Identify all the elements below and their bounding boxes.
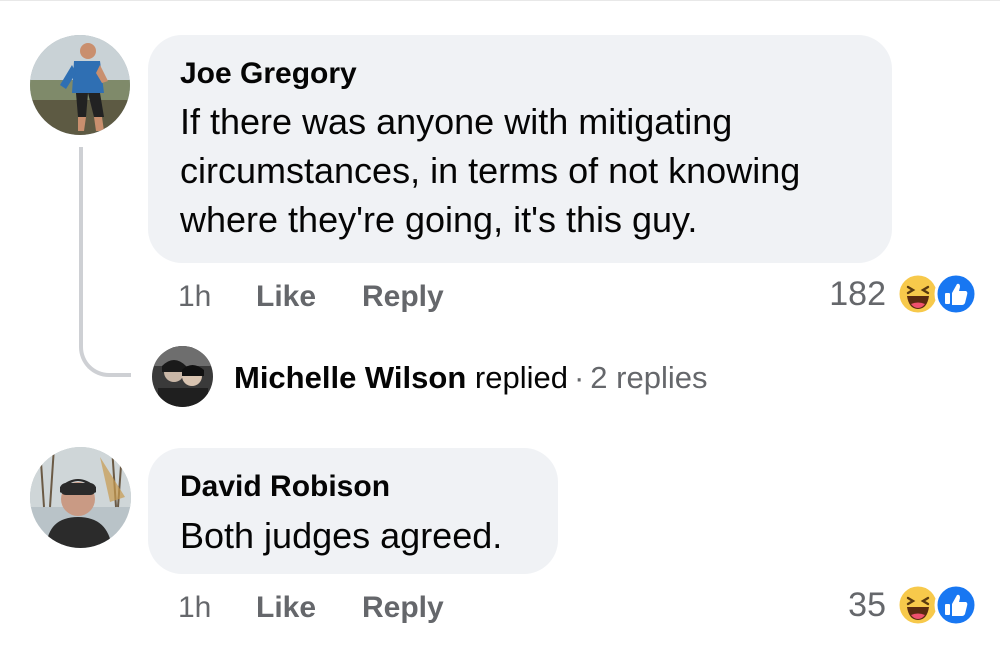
comment-text-line: where they're going, it's this guy. bbox=[180, 199, 698, 240]
like-icon bbox=[934, 583, 978, 627]
comment-text-line: circumstances, in terms of not knowing bbox=[180, 150, 801, 191]
reaction-count[interactable]: 35 bbox=[848, 586, 886, 624]
reply-author[interactable]: Michelle Wilson bbox=[234, 360, 466, 395]
haha-icon bbox=[896, 272, 940, 316]
comment-thread: Joe Gregory If there was anyone with mit… bbox=[0, 0, 1000, 665]
separator-dot: · bbox=[573, 360, 585, 395]
replies-count[interactable]: 2 replies bbox=[590, 360, 707, 395]
reaction-count[interactable]: 182 bbox=[829, 275, 886, 313]
view-replies-link[interactable]: Michelle Wilson replied · 2 replies bbox=[234, 359, 707, 397]
thread-connector bbox=[79, 147, 131, 377]
comment-text: Both judges agreed. bbox=[180, 511, 502, 560]
divider bbox=[0, 0, 1000, 1]
comment-text: If there was anyone with mitigating circ… bbox=[180, 97, 800, 244]
reply-button[interactable]: Reply bbox=[362, 590, 444, 626]
comment-author[interactable]: David Robison bbox=[180, 469, 390, 505]
like-button[interactable]: Like bbox=[256, 279, 316, 315]
reaction-summary[interactable] bbox=[896, 583, 980, 627]
comment-timestamp[interactable]: 1h bbox=[178, 279, 211, 315]
comment-text-line: If there was anyone with mitigating bbox=[180, 101, 733, 142]
comment-author[interactable]: Joe Gregory bbox=[180, 56, 357, 92]
haha-icon bbox=[896, 583, 940, 627]
replied-label: replied bbox=[474, 360, 568, 395]
comment-text-line: Both judges agreed. bbox=[180, 515, 503, 556]
comment-timestamp[interactable]: 1h bbox=[178, 590, 211, 626]
avatar[interactable] bbox=[152, 346, 213, 407]
reaction-summary[interactable] bbox=[896, 272, 980, 316]
reply-button[interactable]: Reply bbox=[362, 279, 444, 315]
avatar[interactable] bbox=[30, 35, 130, 135]
like-button[interactable]: Like bbox=[256, 590, 316, 626]
avatar[interactable] bbox=[30, 447, 131, 548]
like-icon bbox=[934, 272, 978, 316]
